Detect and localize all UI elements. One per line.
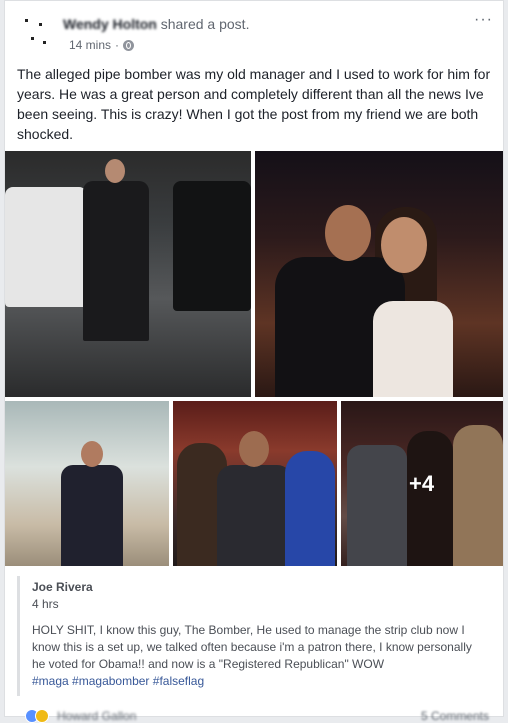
comment-count[interactable]: 5 Comments [421,709,489,723]
woman-head [381,217,427,273]
hashtag-link[interactable]: #maga [32,674,69,688]
man-head [105,159,125,183]
man-figure [217,465,293,566]
man-head [239,431,269,467]
woman-figure [373,301,453,397]
more-photos-count[interactable]: +4 [409,471,434,497]
post-body-text: The alleged pipe bomber was my old manag… [17,66,491,142]
post-header: Wendy Holton shared a post. [63,16,249,32]
man-figure [61,465,123,566]
white-car [5,187,87,307]
more-options-icon[interactable]: ··· [474,11,493,29]
shared-author-link[interactable]: Joe Rivera [32,580,93,594]
woman-figure [285,451,335,566]
author-name-link[interactable]: Wendy Holton [63,16,157,32]
man-head [81,441,103,467]
photo-1[interactable] [5,151,251,397]
shared-post: Joe Rivera 4 hrs HOLY SHIT, I know this … [17,576,496,696]
shared-a-post-text[interactable]: shared a post. [161,16,250,32]
haha-reaction-icon [35,709,49,723]
hashtag-link[interactable]: #magabomber [72,674,149,688]
photo-3[interactable] [5,401,169,566]
reaction-icons[interactable] [25,709,53,723]
photo-5-more[interactable]: +4 [341,401,503,566]
photo-4[interactable] [173,401,337,566]
post-meta: 14 mins · [69,38,135,52]
shared-post-text: HOLY SHIT, I know this guy, The Bomber, … [32,622,488,690]
globe-icon[interactable] [123,39,135,51]
black-car [173,181,251,311]
reaction-names[interactable]: Howard Gallon [57,709,136,723]
man-head [325,205,371,261]
profile-avatar[interactable] [17,13,57,53]
shared-body: HOLY SHIT, I know this guy, The Bomber, … [32,623,472,671]
post-card: Wendy Holton shared a post. 14 mins · ··… [4,0,504,723]
post-timestamp[interactable]: 14 mins [69,38,111,52]
man-figure [83,181,149,341]
hashtag-link[interactable]: #falseflag [153,674,204,688]
shared-timestamp[interactable]: 4 hrs [32,597,59,611]
photo-2[interactable] [255,151,503,397]
